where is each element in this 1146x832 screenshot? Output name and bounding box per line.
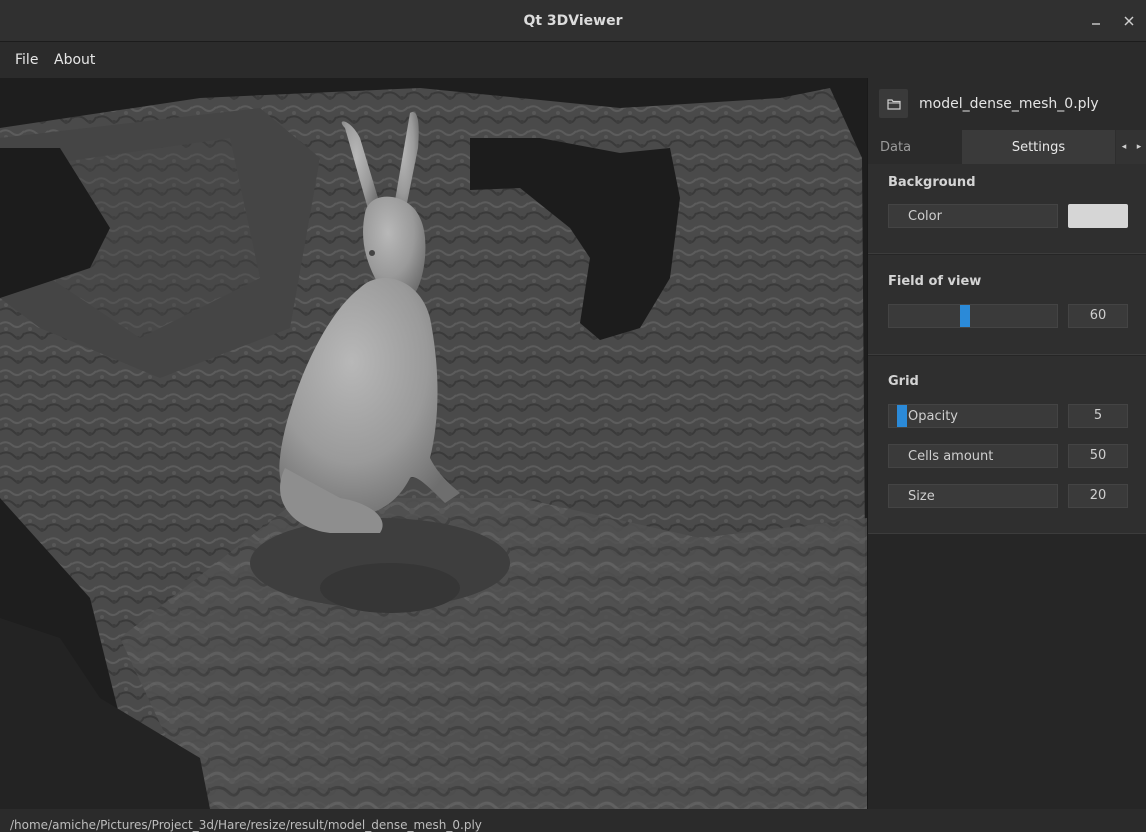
size-value[interactable]: 20 [1068,484,1128,508]
folder-icon [886,98,901,110]
window-title: Qt 3DViewer [523,13,623,29]
field-of-view-slider[interactable] [888,304,1058,328]
background-color-swatch[interactable] [1068,204,1128,228]
size-label: Size [908,489,935,504]
field-of-view-title: Field of view [888,274,982,289]
status-bar: /home/amiche/Pictures/Project_3d/Hare/re… [0,809,1146,832]
close-icon [1124,16,1134,26]
color-label-box: Color [888,204,1058,228]
title-bar: Qt 3DViewer [0,0,1146,42]
field-of-view-value[interactable]: 60 [1068,304,1128,328]
minimize-icon [1092,23,1100,25]
cells-amount-label: Cells amount [908,449,994,464]
opacity-slider[interactable]: Opacity [888,404,1058,428]
grid-section: Grid Opacity 5 Cells amount 50 Size 20 [868,356,1146,534]
loaded-filename: model_dense_mesh_0.ply [919,96,1099,112]
background-title: Background [888,175,976,190]
tab-bar: Data Settings ◂ ▸ [868,130,1146,164]
close-button[interactable] [1118,10,1140,32]
cells-amount-field[interactable]: Cells amount [888,444,1058,468]
open-file-button[interactable] [879,89,908,118]
file-path: /home/amiche/Pictures/Project_3d/Hare/re… [10,818,482,832]
background-section: Background Color [868,164,1146,254]
3d-viewport[interactable] [0,78,867,809]
menu-about[interactable]: About [54,52,95,68]
field-of-view-section: Field of view 60 [868,255,1146,355]
tab-data[interactable]: Data [868,130,962,164]
menu-file[interactable]: File [15,52,38,68]
settings-panel: model_dense_mesh_0.ply Data Settings ◂ ▸… [867,78,1146,809]
minimize-button[interactable] [1085,10,1107,32]
menu-bar: File About [0,42,1146,78]
file-header: model_dense_mesh_0.ply [868,78,1146,130]
opacity-value[interactable]: 5 [1068,404,1128,428]
chevron-right-icon: ▸ [1136,142,1142,152]
slider-handle[interactable] [897,405,907,427]
color-label: Color [908,209,942,224]
size-field[interactable]: Size [888,484,1058,508]
tab-scroll-left-button[interactable]: ◂ [1116,130,1132,164]
opacity-label: Opacity [908,409,959,424]
chevron-left-icon: ◂ [1121,142,1127,152]
grid-title: Grid [888,374,919,389]
tab-scroll-right-button[interactable]: ▸ [1131,130,1146,164]
tab-settings[interactable]: Settings [962,130,1115,164]
mesh-render [0,78,867,809]
slider-handle[interactable] [960,305,970,327]
cells-amount-value[interactable]: 50 [1068,444,1128,468]
